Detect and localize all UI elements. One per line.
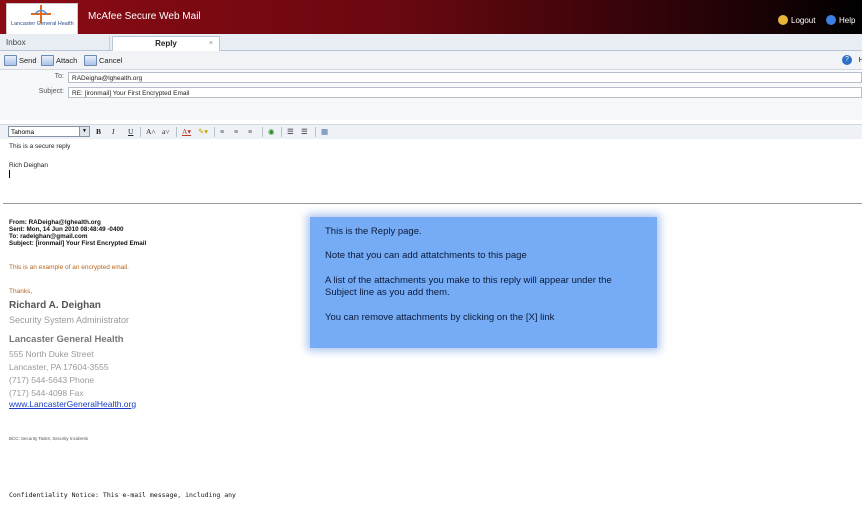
tab-inbox[interactable]: Inbox bbox=[0, 36, 110, 50]
divider bbox=[281, 127, 282, 137]
tutorial-callout: This is the Reply page. Note that you ca… bbox=[310, 217, 657, 348]
subject-label: Subject: bbox=[38, 88, 64, 95]
text-caret bbox=[9, 170, 10, 178]
divider bbox=[176, 127, 177, 137]
confidentiality-notice: Confidentiality Notice: This e-mail mess… bbox=[9, 491, 236, 499]
reply-line-1: This is a secure reply bbox=[9, 143, 71, 150]
quoted-from: From: RADeigha@lghealth.org bbox=[9, 219, 101, 226]
signature-title: Security System Administrator bbox=[9, 315, 130, 325]
numbered-list-icon[interactable]: ☰ bbox=[287, 126, 294, 137]
signature-name: Richard A. Deighan bbox=[9, 300, 101, 311]
tab-reply[interactable]: Reply × bbox=[112, 36, 220, 51]
divider bbox=[3, 203, 862, 204]
divider bbox=[140, 127, 141, 137]
signature-website-link[interactable]: www.LancasterGeneralHealth.org bbox=[9, 399, 136, 409]
font-size-increase-icon[interactable]: A˄ bbox=[146, 126, 156, 137]
signature-fax: (717) 544-4098 Fax bbox=[9, 388, 84, 398]
insert-image-icon[interactable]: ◉ bbox=[268, 126, 275, 137]
signature-phone: (717) 544-5643 Phone bbox=[9, 375, 95, 385]
chevron-down-icon: ▼ bbox=[79, 127, 89, 136]
signature-address-2: Lancaster, PA 17604-3555 bbox=[9, 362, 109, 372]
align-center-icon[interactable]: ≡ bbox=[234, 126, 238, 137]
cancel-label: Cancel bbox=[99, 56, 123, 65]
toolbar-help-label[interactable]: H bbox=[859, 55, 862, 64]
help-link[interactable]: Help bbox=[826, 15, 855, 25]
italic-button[interactable]: I bbox=[112, 126, 115, 137]
callout-line-4: You can remove attachments by clicking o… bbox=[325, 312, 555, 323]
callout-line-1: This is the Reply page. bbox=[325, 226, 422, 237]
send-label: Send bbox=[19, 56, 37, 65]
highlight-color-icon[interactable]: ✎▾ bbox=[198, 126, 208, 137]
attach-label: Attach bbox=[56, 56, 78, 65]
divider bbox=[214, 127, 215, 137]
quoted-to: To: radeighan@gmail.com bbox=[9, 233, 88, 240]
logo-text: Lancaster General Health bbox=[11, 21, 74, 27]
font-size-decrease-icon[interactable]: a˅ bbox=[162, 126, 170, 137]
signature-org: Lancaster General Health bbox=[9, 334, 124, 345]
callout-line-2: Note that you can add attatchments to th… bbox=[325, 250, 527, 261]
attach-icon bbox=[41, 55, 54, 66]
tab-bar: Inbox Reply × bbox=[0, 34, 862, 51]
bulleted-list-icon[interactable]: ☰ bbox=[301, 126, 308, 137]
quoted-thanks: Thanks, bbox=[9, 288, 33, 295]
attach-button[interactable]: Attach bbox=[41, 55, 77, 66]
cancel-button[interactable]: Cancel bbox=[84, 55, 122, 66]
quoted-sent: Sent: Mon, 14 Jun 2010 08:48:49 -0400 bbox=[9, 226, 124, 233]
subject-field[interactable]: RE: [ironmail] Your First Encrypted Emai… bbox=[68, 87, 862, 98]
font-select[interactable]: Tahoma ▼ bbox=[8, 126, 90, 137]
user-icon bbox=[778, 15, 788, 25]
bcc-line: BCC: Security Tasks; Security Incidents bbox=[9, 436, 88, 441]
tab-inbox-label: Inbox bbox=[6, 38, 26, 47]
bold-button[interactable]: B bbox=[96, 126, 101, 137]
logout-label: Logout bbox=[791, 15, 816, 25]
cancel-icon bbox=[84, 55, 97, 66]
logout-link[interactable]: Logout bbox=[778, 15, 815, 25]
font-select-value: Tahoma bbox=[11, 129, 35, 136]
signature-address-1: 555 North Duke Street bbox=[9, 349, 94, 359]
callout-line-3: A list of the attachments you make to th… bbox=[325, 275, 612, 298]
tab-reply-label: Reply bbox=[155, 39, 177, 48]
reply-line-2: Rich Deighan bbox=[9, 162, 49, 169]
action-toolbar: Send Attach Cancel ? H bbox=[0, 51, 862, 70]
divider bbox=[262, 127, 263, 137]
divider bbox=[315, 127, 316, 137]
font-color-icon[interactable]: A▾ bbox=[182, 126, 191, 137]
to-field[interactable]: RADeigha@lghealth.org bbox=[68, 72, 862, 83]
help-circle-icon[interactable]: ? bbox=[842, 55, 852, 65]
lancaster-general-health-logo: Lancaster General Health bbox=[6, 3, 78, 35]
align-right-icon[interactable]: ≡ bbox=[248, 126, 252, 137]
underline-button[interactable]: U bbox=[128, 126, 133, 137]
help-icon bbox=[826, 15, 836, 25]
send-button[interactable]: Send bbox=[4, 55, 37, 66]
send-icon bbox=[4, 55, 17, 66]
close-tab-icon[interactable]: × bbox=[209, 37, 213, 51]
help-label: Help bbox=[839, 15, 856, 25]
app-header: Lancaster General Health McAfee Secure W… bbox=[0, 0, 862, 35]
quoted-subject: Subject: [ironmail] Your First Encrypted… bbox=[9, 240, 147, 247]
app-title: McAfee Secure Web Mail bbox=[88, 11, 201, 22]
address-fields: To: RADeigha@lghealth.org Subject: RE: [… bbox=[0, 70, 862, 120]
quoted-body: This is an example of an encrypted email… bbox=[9, 264, 129, 271]
formatting-toolbar: Tahoma ▼ B I U A˄ a˅ A▾ ✎▾ ≡ ≡ ≡ ◉ ☰ ☰ ▦ bbox=[0, 124, 862, 140]
edit-source-icon[interactable]: ▦ bbox=[321, 126, 328, 137]
align-left-icon[interactable]: ≡ bbox=[220, 126, 224, 137]
to-label: To: bbox=[54, 73, 64, 80]
